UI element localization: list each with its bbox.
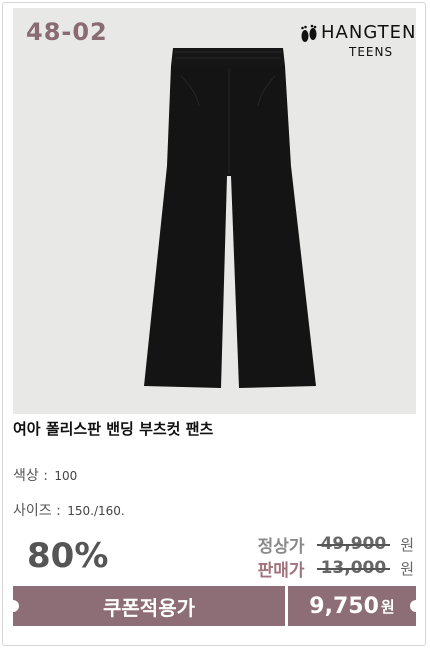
- discount-rate: 80%: [27, 536, 109, 576]
- final-price-unit: 원: [380, 597, 395, 616]
- ticket-notch-left: [7, 600, 19, 612]
- size-attribute: 사이즈 : 150./160.: [13, 500, 125, 520]
- color-attribute: 색상 : 100: [13, 465, 77, 485]
- brand-name: HANGTEN: [321, 22, 417, 43]
- brand-logo: HANGTEN TEENS: [299, 22, 427, 62]
- ticket-notch-right: [410, 600, 422, 612]
- coupon-label[interactable]: 쿠폰적용가: [13, 586, 285, 626]
- color-label: 색상 :: [13, 468, 48, 484]
- regular-price-label: 정상가: [257, 536, 305, 557]
- product-title[interactable]: 여아 폴리스판 밴딩 부츠컷 팬츠: [13, 418, 213, 439]
- sale-price-row: 판매가 13,000 원: [257, 557, 414, 581]
- sale-price-unit: 원: [400, 559, 414, 578]
- size-label: 사이즈 :: [13, 503, 61, 519]
- footprints-icon: [301, 24, 317, 42]
- brand-sub: TEENS: [349, 45, 394, 59]
- color-value: 100: [54, 469, 78, 483]
- sale-price-label: 판매가: [257, 560, 305, 581]
- product-code: 48-02: [26, 18, 108, 46]
- product-image[interactable]: 48-02 HANGTEN TEENS: [13, 8, 416, 414]
- coupon-price-bar[interactable]: 쿠폰적용가 9,750 원: [7, 586, 422, 626]
- regular-price-row: 정상가 49,900 원: [257, 533, 414, 557]
- coupon-price[interactable]: 9,750 원: [288, 586, 416, 626]
- regular-price-unit: 원: [400, 535, 414, 554]
- pants-image: [144, 48, 316, 388]
- sale-price-value: 13,000: [316, 558, 391, 578]
- final-price-value: 9,750: [309, 593, 379, 619]
- size-value: 150./160.: [67, 504, 125, 518]
- regular-price-value: 49,900: [316, 534, 391, 554]
